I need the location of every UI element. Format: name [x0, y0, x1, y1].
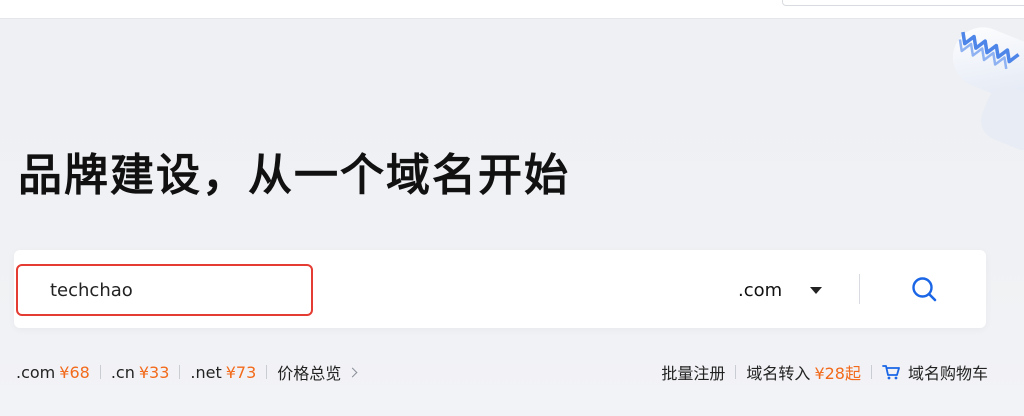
search-icon — [912, 277, 937, 302]
www-decoration-image — [952, 27, 1024, 150]
top-strip — [0, 0, 1024, 19]
tld-name: .com — [16, 362, 56, 382]
link-separator — [179, 365, 181, 379]
tld-price: ¥68 — [59, 362, 90, 382]
price-overview-link[interactable]: 价格总览 — [277, 360, 358, 384]
domain-action-links: 批量注册 域名转入 ¥28起 域名购物车 — [661, 360, 988, 384]
domain-cart-label: 域名购物车 — [907, 364, 988, 383]
tld-price-cn[interactable]: .cn ¥33 — [111, 363, 170, 382]
domain-search-input[interactable] — [16, 264, 313, 316]
cart-icon — [882, 364, 900, 380]
domain-suffix-value: .com — [738, 279, 783, 301]
tld-price: ¥33 — [138, 362, 170, 382]
top-search-box[interactable] — [782, 0, 1024, 6]
tld-price: ¥73 — [225, 362, 257, 382]
tld-name: .cn — [110, 362, 135, 382]
tld-price-com[interactable]: .com ¥68 — [16, 363, 90, 382]
link-separator — [870, 365, 872, 379]
link-separator — [266, 365, 268, 379]
domain-suffix-select[interactable]: .com — [724, 272, 844, 308]
hero-title: 品牌建设，从一个域名开始 — [18, 150, 570, 201]
search-divider — [859, 274, 860, 304]
price-overview-label: 价格总览 — [277, 364, 342, 383]
tld-name: .net — [190, 362, 222, 382]
domain-cart-link[interactable]: 域名购物车 — [882, 360, 988, 384]
domain-transfer-link[interactable]: 域名转入 ¥28起 — [746, 360, 861, 384]
link-separator — [735, 365, 737, 379]
tld-price-links: .com ¥68 .cn ¥33 .net ¥73 价格总览 — [16, 360, 358, 384]
bulk-register-link[interactable]: 批量注册 — [661, 360, 725, 384]
domain-transfer-price: ¥28起 — [814, 364, 861, 383]
link-separator — [99, 365, 101, 379]
domain-transfer-label: 域名转入 — [746, 364, 811, 383]
tld-price-net[interactable]: .net ¥73 — [190, 363, 256, 382]
chevron-right-icon — [347, 367, 358, 377]
domain-search-bar: .com — [14, 250, 986, 328]
search-button[interactable] — [894, 268, 954, 310]
caret-down-icon — [810, 286, 823, 294]
